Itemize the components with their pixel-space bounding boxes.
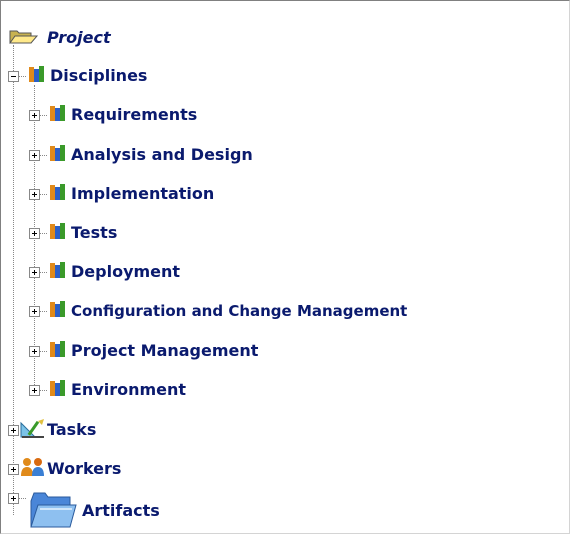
expand-toggle-icon[interactable] <box>29 345 40 357</box>
book-stack-icon <box>49 379 67 401</box>
tree-connector-dots <box>40 232 47 234</box>
tree-connector-dots <box>40 154 47 156</box>
book-stack-icon <box>28 65 46 87</box>
tree-node-label: Requirements <box>71 105 198 124</box>
tree-connector-line <box>13 45 14 515</box>
tree-connector-dots <box>40 350 47 352</box>
book-stack-icon <box>49 261 67 283</box>
tree-node-project-management[interactable]: Project Management <box>29 338 258 364</box>
tree-node-label: Configuration and Change Management <box>71 302 408 320</box>
tree-node-label: Project Management <box>71 341 259 360</box>
tree-node-implementation[interactable]: Implementation <box>29 181 214 207</box>
tree-node-label: Tasks <box>47 420 97 439</box>
tree-node-label: Artifacts <box>82 501 160 520</box>
expand-toggle-icon[interactable] <box>8 424 19 436</box>
tree-node-requirements[interactable]: Requirements <box>29 102 197 128</box>
collapse-toggle-icon[interactable] <box>8 70 19 82</box>
tree-connector-dots <box>40 389 47 391</box>
tree-node-analysis-and-design[interactable]: Analysis and Design <box>29 142 253 168</box>
tree-connector-dots <box>40 271 47 273</box>
tree-node-label: Disciplines <box>50 66 148 85</box>
folder-open-icon <box>9 27 43 49</box>
tree-node-label: Implementation <box>71 184 215 203</box>
tree-connector-dots <box>19 75 26 77</box>
expand-toggle-icon[interactable] <box>29 266 40 278</box>
expand-toggle-icon[interactable] <box>8 463 19 475</box>
book-stack-icon <box>49 144 67 166</box>
tree-node-project[interactable]: Project <box>9 25 111 51</box>
expand-toggle-icon[interactable] <box>29 384 40 396</box>
expand-toggle-icon[interactable] <box>29 109 40 121</box>
tree-node-environment[interactable]: Environment <box>29 377 186 403</box>
book-stack-icon <box>49 340 67 362</box>
expand-toggle-icon[interactable] <box>8 493 19 504</box>
workers-people-icon <box>20 456 46 482</box>
tree-connector-dots <box>40 193 47 195</box>
tree-node-tests[interactable]: Tests <box>29 220 117 246</box>
tree-node-configuration-and-change-management[interactable]: Configuration and Change Management <box>29 298 407 324</box>
tree-connector-dots <box>19 498 26 499</box>
tree-node-disciplines[interactable]: Disciplines <box>8 63 147 89</box>
book-stack-icon <box>49 300 67 322</box>
tree-node-label: Deployment <box>71 262 181 281</box>
tree-node-label: Environment <box>71 380 187 399</box>
tree-node-label: Project <box>47 28 111 47</box>
tree-connector-dots <box>40 114 47 116</box>
project-tree-panel: Project Disciplines Requirements Analysi… <box>0 0 570 534</box>
expand-toggle-icon[interactable] <box>29 149 40 161</box>
tree-node-deployment[interactable]: Deployment <box>29 259 180 285</box>
tree-node-workers[interactable]: Workers <box>8 456 121 482</box>
folder-blue-icon <box>28 487 78 535</box>
expand-toggle-icon[interactable] <box>29 188 40 200</box>
tree-node-label: Tests <box>71 223 118 242</box>
book-stack-icon <box>49 104 67 126</box>
tree-node-artifacts[interactable]: Artifacts <box>8 487 160 531</box>
tree-node-label: Analysis and Design <box>71 145 253 164</box>
expand-toggle-icon[interactable] <box>29 305 40 317</box>
book-stack-icon <box>49 183 67 205</box>
expand-toggle-icon[interactable] <box>29 227 40 239</box>
tree-connector-dots <box>40 310 47 312</box>
book-stack-icon <box>49 222 67 244</box>
tasks-ruler-icon <box>20 417 46 443</box>
tree-node-label: Workers <box>47 459 122 478</box>
tree-node-tasks[interactable]: Tasks <box>8 417 96 443</box>
